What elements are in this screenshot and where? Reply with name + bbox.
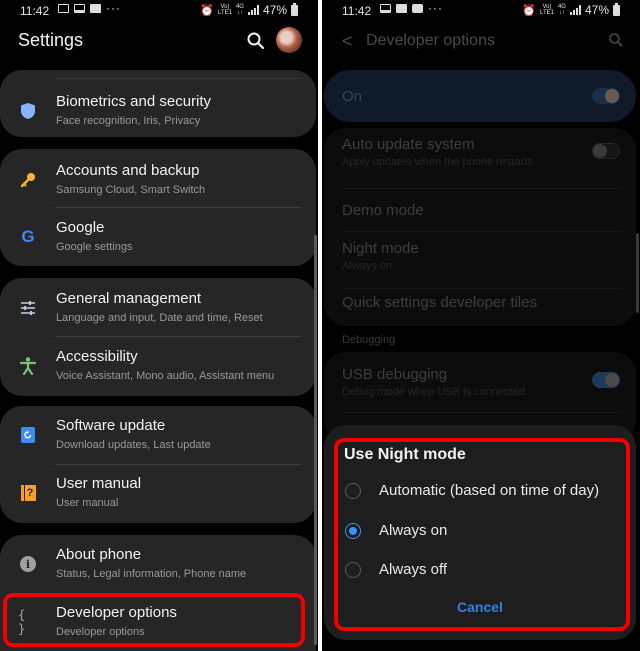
settings-item-about-phone[interactable]: i About phone Status, Legal information,… [0,535,316,593]
volte-icon: Vo) LTE1 [218,4,232,16]
laptop-icon [74,4,85,13]
scrollbar[interactable] [314,235,317,645]
info-icon: i [18,554,38,574]
settings-card-support: Software update Download updates, Last u… [0,406,316,523]
settings-card-general: General management Language and input, D… [0,278,316,396]
status-time: 11:42 [342,4,372,18]
shield-icon [18,101,38,121]
more-icon: ··· [428,1,443,15]
gallery-icon [58,4,69,13]
developer-options-card: Auto update system Apply updates when th… [324,128,636,326]
key-icon [18,170,38,190]
search-icon [609,33,623,47]
sliders-icon [18,298,38,318]
search-button[interactable] [608,32,624,48]
dev-item-night-mode[interactable]: Night mode Always on [324,231,636,287]
alarm-icon: ⏰ [200,4,215,17]
settings-item-user-manual[interactable]: ? User manual User manual [0,464,316,522]
usb-debugging-toggle[interactable] [592,372,620,388]
settings-item-general-management[interactable]: General management Language and input, D… [0,279,316,337]
google-icon: G [21,227,35,246]
laptop-icon [380,4,391,13]
master-switch-row[interactable]: On [324,70,636,122]
dev-item-usb-debugging[interactable]: USB debugging Debug mode when USB is con… [324,352,636,408]
status-bar: 11:42 ··· ⏰ Vo) LTE1 4G ↓↑ 47% [322,0,640,22]
settings-item-software-update[interactable]: Software update Download updates, Last u… [0,406,316,464]
settings-card-accounts: Accounts and backup Samsung Cloud, Smart… [0,149,316,266]
scrollbar[interactable] [636,233,639,313]
dev-item-auto-update[interactable]: Auto update system Apply updates when th… [324,128,636,182]
4g-icon: 4G ↓↑ [557,4,566,16]
master-switch-label: On [342,88,363,105]
volte-icon: Vo) LTE1 [540,4,554,16]
settings-item-google[interactable]: G Google Google settings [0,208,316,266]
search-icon [247,32,265,50]
user-manual-icon: ? [18,483,38,503]
developer-options-screen: 11:42 ··· ⏰ Vo) LTE1 4G ↓↑ 47% < Developer… [322,0,640,651]
status-bar: 11:42 ··· ⏰ Vo) LTE1 4G ↓↑ 47% [0,0,318,22]
settings-item-biometrics[interactable]: Biometrics and security Face recognition… [0,82,316,140]
settings-item-accessibility[interactable]: Accessibility Voice Assistant, Mono audi… [0,337,316,395]
settings-card-security: Biometrics and security Face recognition… [0,70,316,137]
dev-item-demo-mode[interactable]: Demo mode [324,188,636,231]
profile-avatar[interactable] [276,27,302,53]
signal-icon [569,5,581,15]
dev-item-quick-settings-tiles[interactable]: Quick settings developer tiles [324,288,636,326]
developer-options-highlight [3,593,305,647]
status-time: 11:42 [20,4,50,18]
page-title: Developer options [366,32,495,49]
settings-screen: 11:42 ··· ⏰ Vo) LTE1 4G ↓↑ 47% Settings Bi… [0,0,318,651]
back-button[interactable]: < [342,31,353,52]
auto-update-toggle[interactable] [592,143,620,159]
master-toggle[interactable] [592,88,620,104]
hd-icon [396,4,407,13]
section-header-debugging: Debugging [342,334,396,346]
battery-icon [613,2,620,16]
settings-item-accounts[interactable]: Accounts and backup Samsung Cloud, Smart… [0,151,316,209]
dialog-highlight [334,438,630,631]
search-button[interactable] [246,31,266,51]
chat-icon [412,4,423,13]
battery-level: 47% [262,3,287,17]
battery-level: 47% [584,3,609,17]
hd-icon [90,4,101,13]
more-icon: ··· [106,1,121,15]
battery-icon [291,2,298,16]
accessibility-icon [18,356,38,376]
software-update-icon [18,425,38,445]
signal-icon [247,5,259,15]
page-title: Settings [18,30,84,50]
4g-icon: 4G ↓↑ [235,4,244,16]
alarm-icon: ⏰ [522,4,537,17]
